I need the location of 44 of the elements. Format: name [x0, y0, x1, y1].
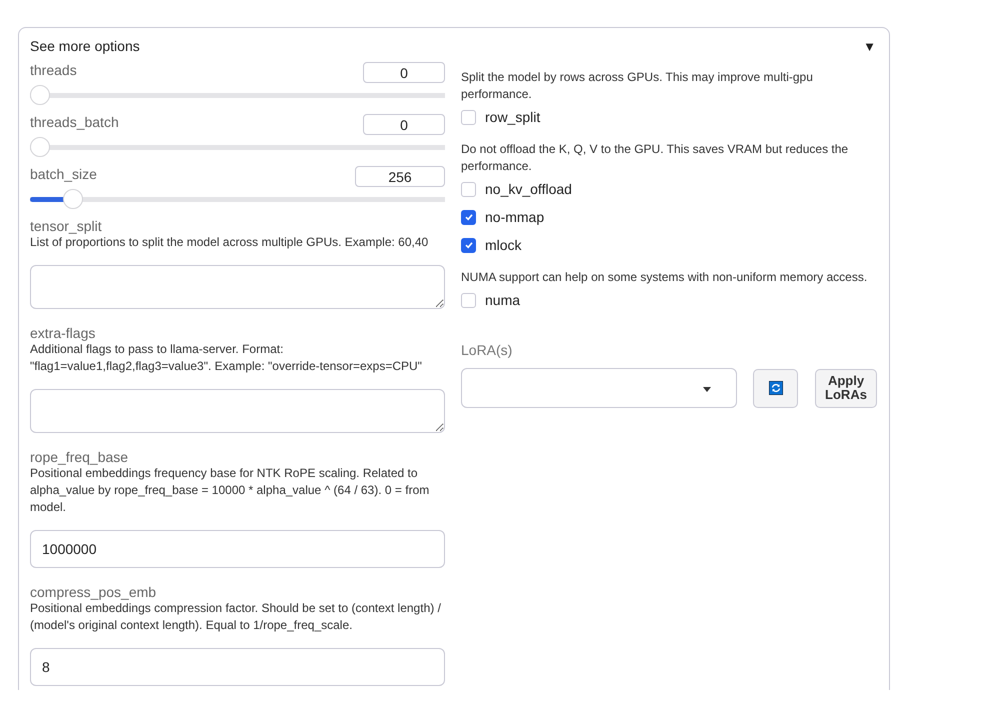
refresh-button[interactable]	[753, 368, 798, 408]
checkbox-label: row_split	[485, 109, 540, 125]
slider-label: batch_size	[30, 166, 97, 182]
checkbox-label: mlock	[485, 237, 522, 253]
field-label: rope_freq_base	[30, 449, 130, 465]
option-description: Do not offload the K, Q, V to the GPU. This saves VRAM but reduces the performance.	[461, 141, 850, 175]
option-description: Split the model by rows across GPUs. This may improve multi-gpu performance.	[461, 69, 814, 103]
field-description: Positional embeddings frequency base for NTK RoPE scaling. Related to alpha_value by rope_freq_base = 10000 * alpha_value ^ (64 / 63). 0 = from model.	[30, 465, 430, 516]
checkbox[interactable]	[461, 292, 476, 308]
field-label: extra-flags	[30, 325, 96, 341]
checkbox[interactable]	[461, 110, 476, 124]
slider-thumb[interactable]	[63, 189, 84, 209]
checkbox[interactable]	[461, 210, 476, 224]
field-label: tensor_split	[30, 218, 103, 234]
number-field[interactable]: 0	[363, 114, 445, 135]
panel-title: See more options	[30, 38, 140, 54]
slider-label: threads	[30, 62, 77, 78]
field-description: Positional embeddings compression factor. Should be set to (context length) / (model's original context length). Equal to 1/rope_freq_scale.	[30, 600, 442, 634]
checkbox[interactable]	[461, 238, 476, 252]
input-field[interactable]: 8	[30, 648, 445, 686]
option-description: NUMA support can help on some systems with non-uniform memory access.	[461, 269, 868, 286]
text-area[interactable]	[30, 265, 445, 309]
checkbox-label: no-mmap	[485, 209, 544, 225]
field-description: Additional flags to pass to llama-server. Format: "flag1=value1,flag2,flag3=value3". Example: "override-tensor=exps=CPU"	[30, 341, 423, 375]
checkmark-icon	[464, 212, 474, 222]
text-area[interactable]	[30, 389, 445, 433]
refresh-icon	[768, 381, 782, 395]
dropdown-caret-icon	[703, 387, 711, 392]
lora-label: LoRA(s)	[461, 342, 514, 358]
slider-thumb[interactable]	[30, 85, 50, 105]
apply-loras-button[interactable]: Apply LoRAs	[815, 368, 877, 408]
lora-dropdown[interactable]	[461, 368, 737, 408]
checkbox-label: numa	[485, 292, 520, 308]
field-label: compress_pos_emb	[30, 584, 158, 600]
slider-thumb[interactable]	[30, 137, 50, 157]
number-field[interactable]: 0	[363, 62, 445, 83]
collapse-caret[interactable]: ▼	[863, 38, 876, 54]
checkbox-label: no_kv_offload	[485, 181, 572, 197]
input-field[interactable]: 1000000	[30, 530, 445, 568]
number-field[interactable]: 256	[355, 166, 445, 187]
field-description: List of proportions to split the model across multiple GPUs. Example: 60,40	[30, 234, 430, 251]
slider-label: threads_batch	[30, 114, 119, 130]
checkbox[interactable]	[461, 182, 476, 196]
checkmark-icon	[464, 240, 474, 250]
